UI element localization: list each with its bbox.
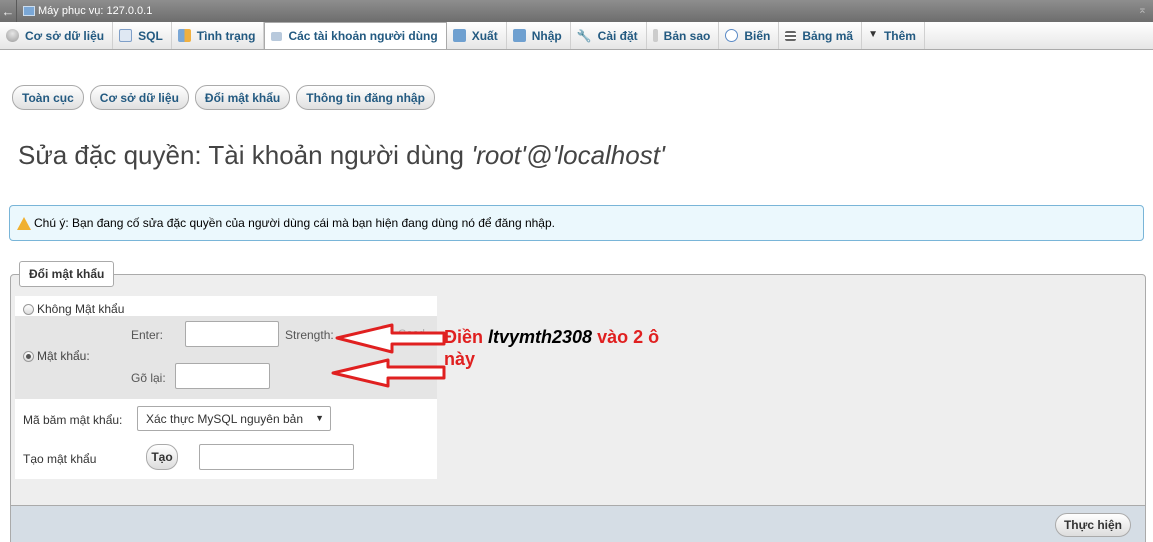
wrench-icon: 🔧	[576, 29, 592, 43]
page-title: Sửa đặc quyền: Tài khoản người dùng 'roo…	[18, 140, 665, 171]
notice-message: Chú ý: Bạn đang cố sửa đặc quyền của ngư…	[9, 205, 1144, 241]
sql-icon	[119, 29, 133, 42]
notice-text: Chú ý: Bạn đang cố sửa đặc quyền của ngư…	[34, 216, 555, 230]
generated-password-field[interactable]	[199, 444, 354, 470]
page-title-account: 'root'@'localhost'	[471, 140, 665, 170]
password-hashing-label: Mã băm mật khẩu:	[23, 413, 123, 427]
tab-settings[interactable]: 🔧 Cài đặt	[571, 22, 647, 49]
annotation-suffix: vào 2 ô	[592, 327, 660, 347]
tab-label: Thêm	[883, 28, 916, 43]
subtab-change-password[interactable]: Đổi mật khẩu	[194, 85, 291, 110]
generate-password-label: Tạo mật khẩu	[23, 452, 97, 466]
fieldset-legend: Đổi mật khẩu	[19, 261, 115, 287]
tab-label: Bảng mã	[802, 28, 854, 43]
enter-label: Enter:	[131, 328, 164, 342]
tab-charsets[interactable]: Bảng mã	[779, 22, 863, 49]
replication-icon	[652, 29, 658, 42]
tab-status[interactable]: Tình trạng	[172, 22, 265, 49]
change-password-form: Không Mật khẩu Mật khẩu: Enter: Strength…	[15, 296, 437, 479]
status-icon	[177, 29, 191, 42]
tab-label: Tình trạng	[196, 28, 256, 43]
subtab-database[interactable]: Cơ sở dữ liệu	[89, 85, 189, 110]
change-password-fieldset: Đổi mật khẩu Không Mật khẩu Mật khẩu: En…	[10, 261, 1146, 506]
subtab-login-information[interactable]: Thông tin đăng nhập	[296, 85, 435, 110]
collapse-navigation-icon[interactable]: ←	[0, 4, 16, 19]
tab-label: Xuất	[471, 28, 498, 43]
tab-label: Nhập	[531, 28, 562, 43]
password-label: Mật khẩu:	[37, 349, 90, 363]
strength-value: Good	[398, 328, 425, 340]
tab-databases[interactable]: Cơ sở dữ liệu	[0, 22, 114, 49]
annotation-line2: này	[444, 349, 476, 369]
variables-icon	[725, 29, 739, 42]
server-breadcrumb-bar: ← Máy phục vụ: 127.0.0.1 ⌅	[0, 0, 1153, 22]
password-option[interactable]: Mật khẩu:	[23, 349, 90, 363]
no-password-label: Không Mật khẩu	[37, 302, 125, 316]
server-icon	[23, 6, 35, 16]
annotation-prefix: Điền	[444, 327, 489, 347]
privileges-subtabs: Toàn cục Cơ sở dữ liệu Đổi mật khẩu Thôn…	[12, 85, 435, 110]
tab-more[interactable]: ▼ Thêm	[862, 22, 925, 49]
password-radio[interactable]	[23, 350, 34, 362]
tab-label: Cài đặt	[597, 28, 638, 43]
go-button[interactable]: Thực hiện	[1054, 513, 1131, 537]
users-icon	[271, 31, 283, 41]
annotation-credential: ltvymth2308	[488, 327, 593, 347]
tab-replication[interactable]: Bản sao	[647, 22, 720, 49]
main-tab-bar: Cơ sở dữ liệu SQL Tình trạng Các tài kho…	[0, 22, 1153, 50]
subtab-global[interactable]: Toàn cục	[12, 85, 84, 110]
import-icon	[512, 29, 526, 42]
password-block: Mật khẩu: Enter: Strength: Good Gõ lại:	[15, 316, 437, 399]
password-hashing-select[interactable]: Xác thực MySQL nguyên bản ▼	[137, 406, 331, 431]
charset-icon	[785, 30, 797, 41]
form-footer: Thực hiện	[10, 505, 1146, 542]
scroll-top-icon[interactable]: ⌅	[1138, 3, 1147, 16]
dropdown-caret-icon: ▼	[315, 413, 324, 423]
tab-label: Bản sao	[663, 28, 711, 43]
tab-variables[interactable]: Biến	[719, 22, 780, 49]
tab-sql[interactable]: SQL	[113, 22, 172, 49]
retype-password-input[interactable]	[175, 363, 270, 389]
tab-label: Biến	[744, 28, 771, 43]
tab-export[interactable]: Xuất	[447, 22, 507, 49]
password-input[interactable]	[185, 321, 279, 347]
warning-icon	[17, 216, 31, 230]
tab-label: Cơ sở dữ liệu	[25, 28, 105, 43]
no-password-option[interactable]: Không Mật khẩu	[23, 302, 124, 316]
strength-label: Strength:	[285, 328, 334, 342]
database-icon	[6, 29, 19, 42]
export-icon	[452, 29, 466, 42]
tab-label: Các tài khoản người dùng	[288, 29, 438, 43]
tab-label: SQL	[138, 28, 163, 43]
no-password-radio[interactable]	[23, 303, 34, 315]
server-title[interactable]: Máy phục vụ: 127.0.0.1	[38, 5, 152, 17]
retype-label: Gõ lại:	[131, 371, 166, 385]
tab-user-accounts[interactable]: Các tài khoản người dùng	[264, 22, 447, 49]
generate-password-button[interactable]: Tạo	[146, 444, 178, 470]
divider	[16, 0, 17, 22]
tab-import[interactable]: Nhập	[507, 22, 571, 49]
annotation-note: Điền ltvymth2308 vào 2 ô này	[444, 326, 744, 370]
page-title-prefix: Sửa đặc quyền: Tài khoản người dùng	[18, 140, 472, 170]
password-hashing-value: Xác thực MySQL nguyên bản	[146, 411, 304, 426]
caret-down-icon: ▼	[868, 29, 878, 40]
